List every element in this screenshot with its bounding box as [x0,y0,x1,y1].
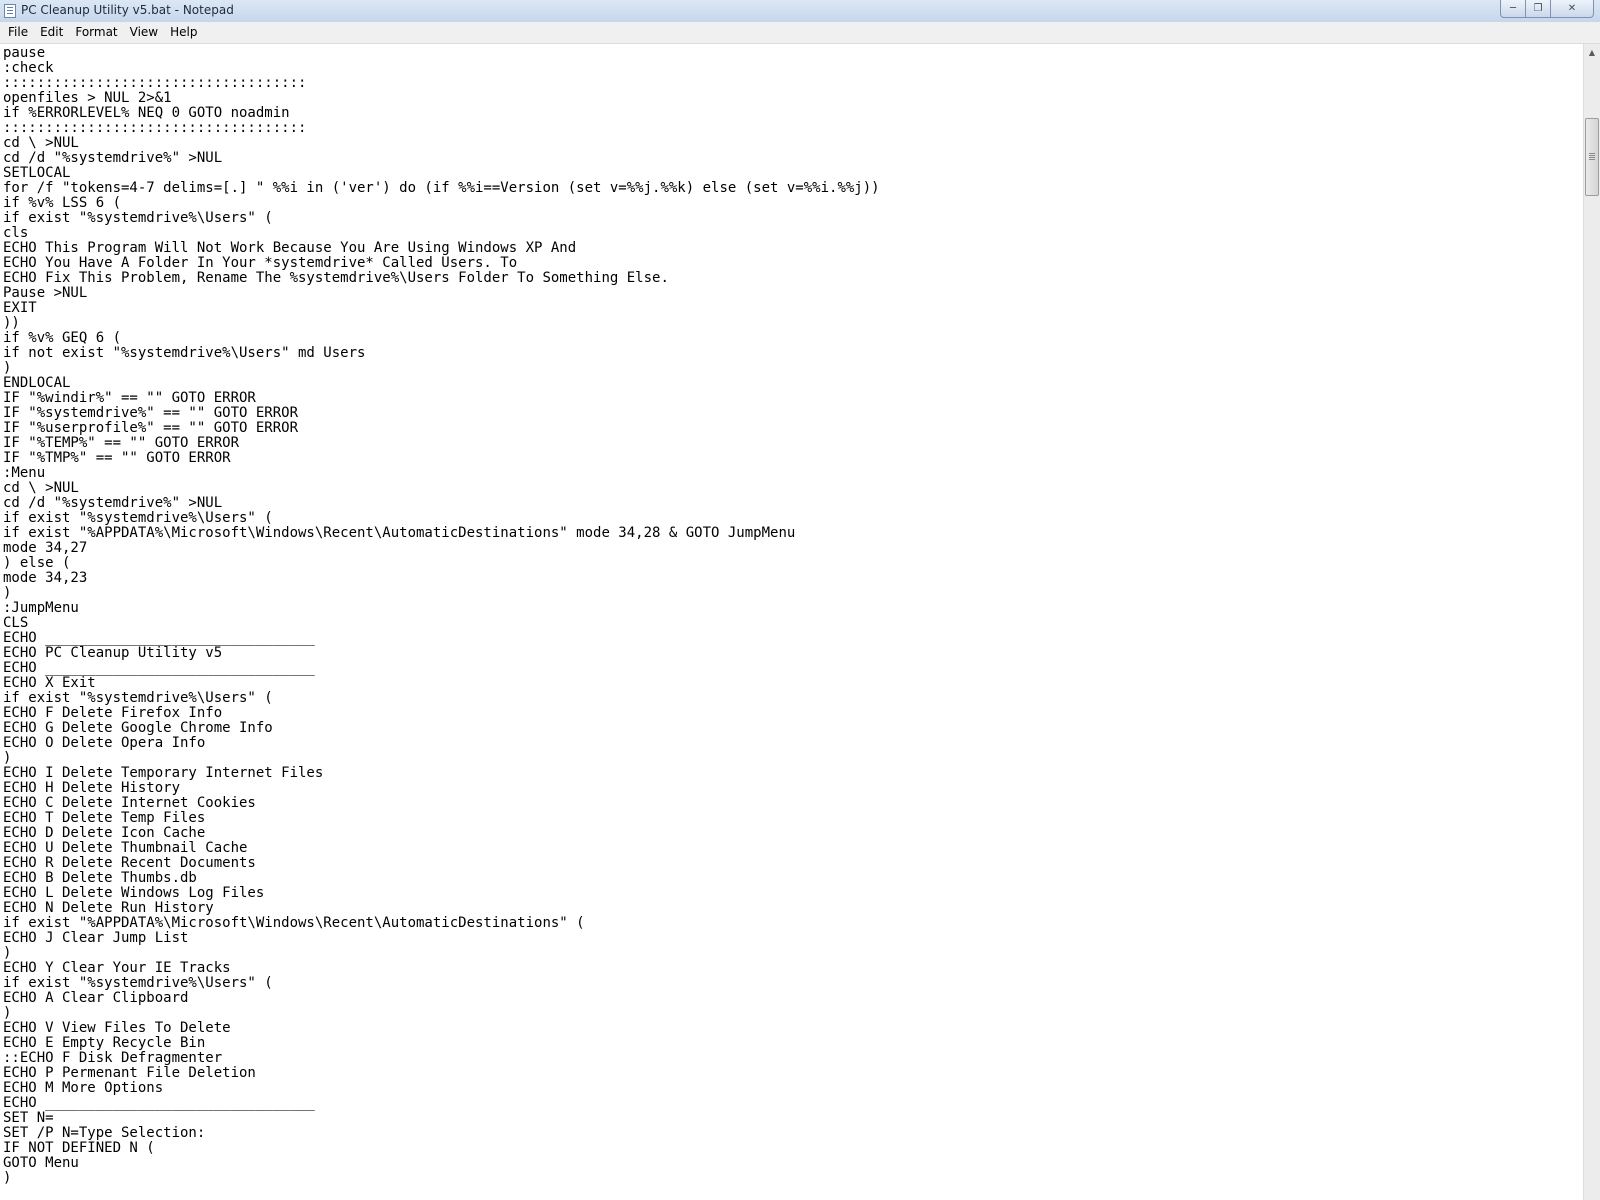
menu-view[interactable]: View [124,22,164,43]
menu-format[interactable]: Format [69,22,123,43]
close-button[interactable]: ✕ [1551,0,1594,18]
document-text[interactable]: pause :check :::::::::::::::::::::::::::… [3,46,1579,1186]
menu-edit[interactable]: Edit [34,22,69,43]
menu-help[interactable]: Help [164,22,203,43]
title-bar[interactable]: PC Cleanup Utility v5.bat - Notepad ─ ❐ … [0,0,1600,23]
scroll-up-icon[interactable]: ▲ [1584,44,1600,61]
grip-icon [1589,153,1595,154]
maximize-button[interactable]: ❐ [1526,0,1551,18]
scrollbar-thumb[interactable] [1585,118,1599,196]
close-icon: ✕ [1567,3,1577,14]
text-editor[interactable]: pause :check :::::::::::::::::::::::::::… [0,44,1583,1200]
window-title: PC Cleanup Utility v5.bat - Notepad [21,3,234,17]
notepad-icon[interactable] [4,4,16,18]
maximize-icon: ❐ [1533,3,1543,14]
window-controls: ─ ❐ ✕ [1500,0,1594,19]
minimize-button[interactable]: ─ [1500,0,1526,18]
menu-bar: File Edit Format View Help [0,22,1600,44]
vertical-scrollbar[interactable]: ▲ [1583,44,1600,1200]
minimize-icon: ─ [1509,3,1517,14]
notepad-window: PC Cleanup Utility v5.bat - Notepad ─ ❐ … [0,0,1600,1200]
menu-file[interactable]: File [0,22,34,43]
